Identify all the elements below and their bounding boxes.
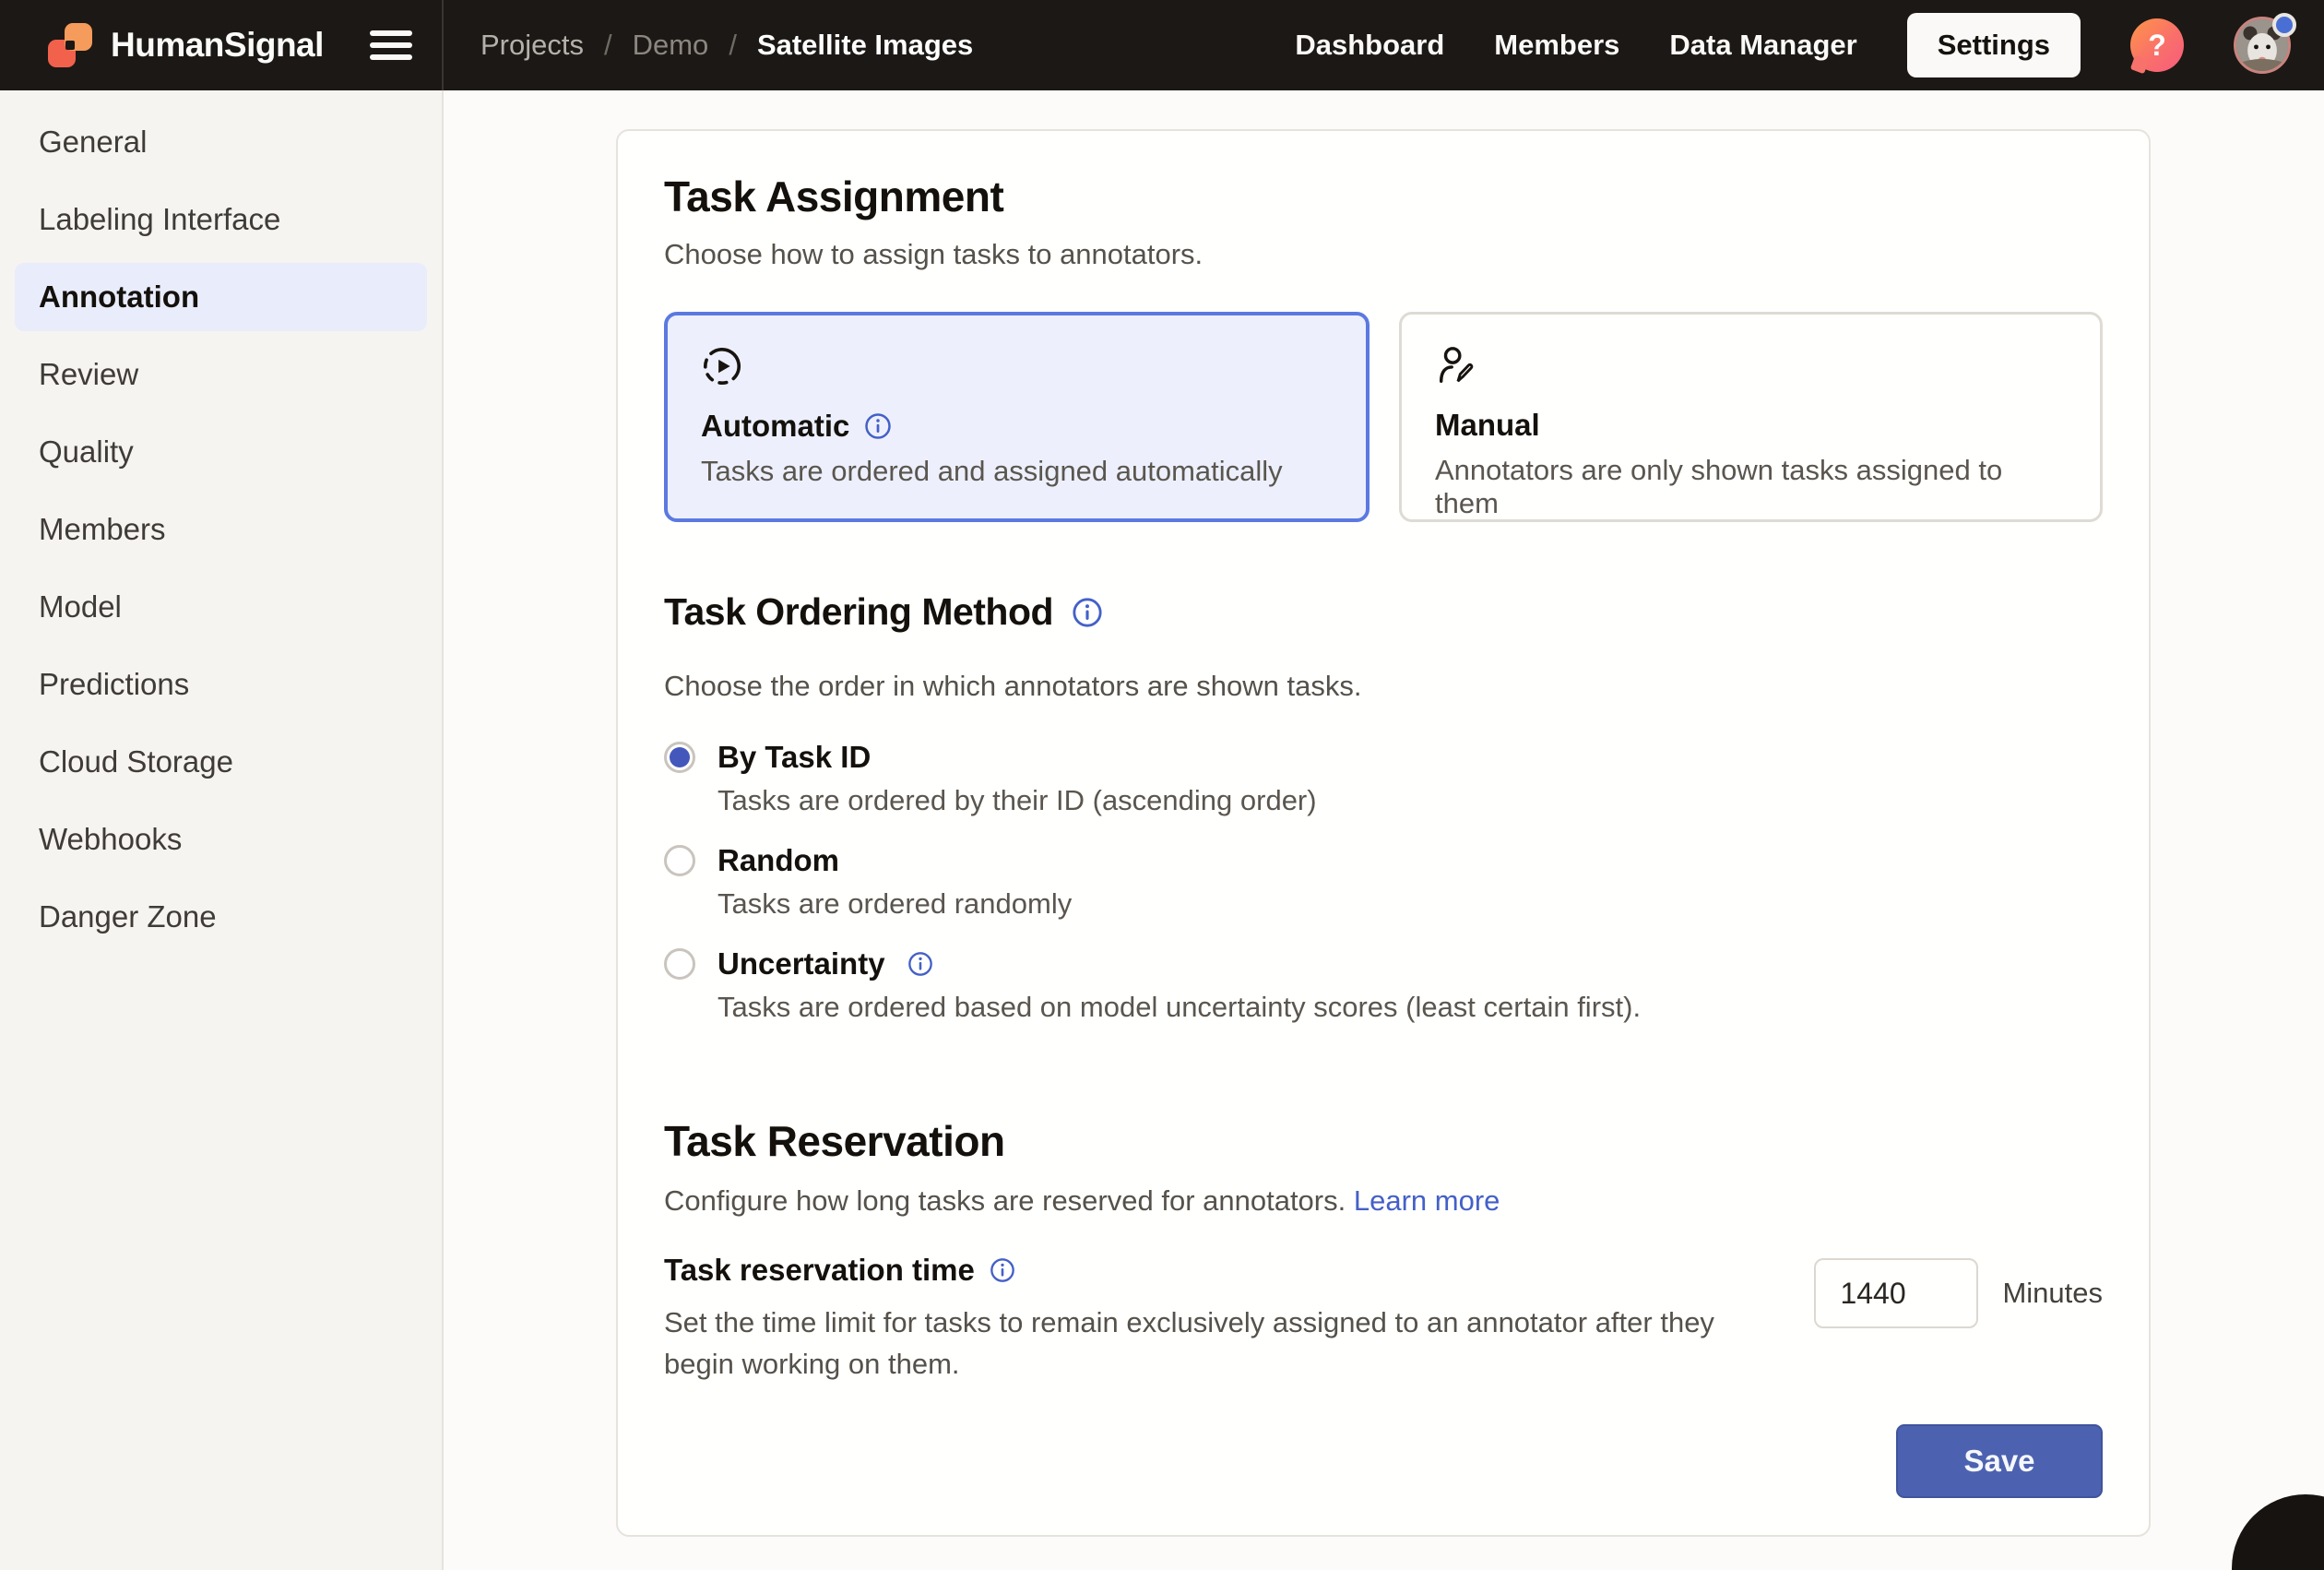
radio-random[interactable]: Random [664,843,1641,878]
nav-data-manager[interactable]: Data Manager [1669,29,1856,62]
info-icon[interactable] [990,1257,1015,1283]
sidebar-item-annotation[interactable]: Annotation [0,258,442,336]
learn-more-link[interactable]: Learn more [1354,1184,1500,1217]
ordering-option-by-task-id: By Task ID Tasks are ordered by their ID… [664,740,1641,817]
help-button[interactable]: ? [2130,18,2184,72]
question-mark-icon: ? [2148,29,2166,63]
task-assignment-subtitle: Choose how to assign tasks to annotators… [664,238,1203,271]
task-ordering-heading-row: Task Ordering Method [664,590,1103,634]
header-nav: Dashboard Members Data Manager Settings … [1295,13,2324,77]
breadcrumb: Projects / Demo / Satellite Images [444,29,1295,62]
sidebar-item-model[interactable]: Model [0,568,442,646]
hamburger-menu-icon[interactable] [370,29,414,62]
ordering-option-random: Random Tasks are ordered randomly [664,843,1641,921]
auto-play-icon [701,345,743,387]
radio-unselected-icon[interactable] [664,948,695,980]
radio-selected-icon[interactable] [664,742,695,773]
manual-option-description: Annotators are only shown tasks assigned… [1435,454,2067,520]
ordering-option-uncertainty: Uncertainty Tasks are ordered based on m… [664,946,1641,1024]
person-edit-icon [1435,344,1477,387]
nav-dashboard[interactable]: Dashboard [1295,29,1444,62]
breadcrumb-separator: / [604,29,612,62]
sidebar-item-review[interactable]: Review [0,336,442,413]
minutes-label: Minutes [2002,1277,2103,1310]
logo-text: HumanSignal [111,26,324,65]
reservation-field-text: Task reservation time Set the time limit… [664,1253,1752,1386]
by-task-id-description: Tasks are ordered by their ID (ascending… [717,784,1641,817]
uncertainty-description: Tasks are ordered based on model uncerta… [717,991,1641,1024]
info-icon[interactable] [864,412,892,440]
sidebar-item-cloud-storage[interactable]: Cloud Storage [0,723,442,801]
info-icon[interactable] [1072,597,1103,628]
task-reservation-title: Task Reservation [664,1116,1005,1166]
random-description: Tasks are ordered randomly [717,887,1641,921]
sidebar-item-labeling-interface[interactable]: Labeling Interface [0,181,442,258]
annotation-settings-card: Task Assignment Choose how to assign tas… [616,129,2151,1537]
assignment-option-automatic[interactable]: Automatic Tasks are ordered and assigned… [664,312,1370,522]
sidebar-item-danger-zone[interactable]: Danger Zone [0,878,442,956]
avatar-status-badge [2272,13,2296,37]
sidebar-item-predictions[interactable]: Predictions [0,646,442,723]
radio-unselected-icon[interactable] [664,845,695,876]
reservation-time-description: Set the time limit for tasks to remain e… [664,1302,1752,1386]
reservation-time-label: Task reservation time [664,1253,975,1288]
breadcrumb-projects[interactable]: Projects [480,29,584,62]
humansignal-logo[interactable]: HumanSignal [46,21,324,69]
automatic-option-label: Automatic [701,409,849,444]
assignment-options: Automatic Tasks are ordered and assigned… [664,312,2103,522]
radio-uncertainty[interactable]: Uncertainty [664,946,1641,981]
breadcrumb-demo[interactable]: Demo [633,29,709,62]
task-assignment-title: Task Assignment [664,172,1003,221]
manual-option-label: Manual [1435,408,1540,443]
main-content: Task Assignment Choose how to assign tas… [444,90,2324,1570]
nav-settings-button[interactable]: Settings [1907,13,2081,77]
sidebar-item-quality[interactable]: Quality [0,413,442,491]
radio-by-task-id[interactable]: By Task ID [664,740,1641,775]
sidebar-item-members[interactable]: Members [0,491,442,568]
reservation-time-row: Task reservation time Set the time limit… [664,1253,2103,1386]
nav-members[interactable]: Members [1494,29,1619,62]
user-avatar[interactable] [2234,17,2291,74]
app-root: HumanSignal Projects / Demo / Satellite … [0,0,2324,1570]
top-bar: HumanSignal Projects / Demo / Satellite … [0,0,2324,90]
task-ordering-subtitle: Choose the order in which annotators are… [664,670,1361,703]
header-left: HumanSignal [0,0,442,90]
breadcrumb-current-page: Satellite Images [757,29,973,62]
reservation-time-input[interactable] [1814,1258,1978,1328]
breadcrumb-separator: / [729,29,737,62]
assignment-option-manual[interactable]: Manual Annotators are only shown tasks a… [1399,312,2103,522]
reservation-input-group: Minutes [1814,1258,2103,1328]
save-row: Save [1896,1424,2103,1498]
sidebar-item-webhooks[interactable]: Webhooks [0,801,442,878]
task-ordering-title: Task Ordering Method [664,590,1053,634]
save-button[interactable]: Save [1896,1424,2103,1498]
sidebar-item-general[interactable]: General [0,103,442,181]
humansignal-logo-icon [46,21,94,69]
automatic-option-description: Tasks are ordered and assigned automatic… [701,455,1333,488]
task-reservation-subtitle: Configure how long tasks are reserved fo… [664,1184,1500,1218]
settings-sidebar: General Labeling Interface Annotation Re… [0,90,444,1570]
task-ordering-options: By Task ID Tasks are ordered by their ID… [664,740,1641,1050]
info-icon[interactable] [907,951,933,977]
